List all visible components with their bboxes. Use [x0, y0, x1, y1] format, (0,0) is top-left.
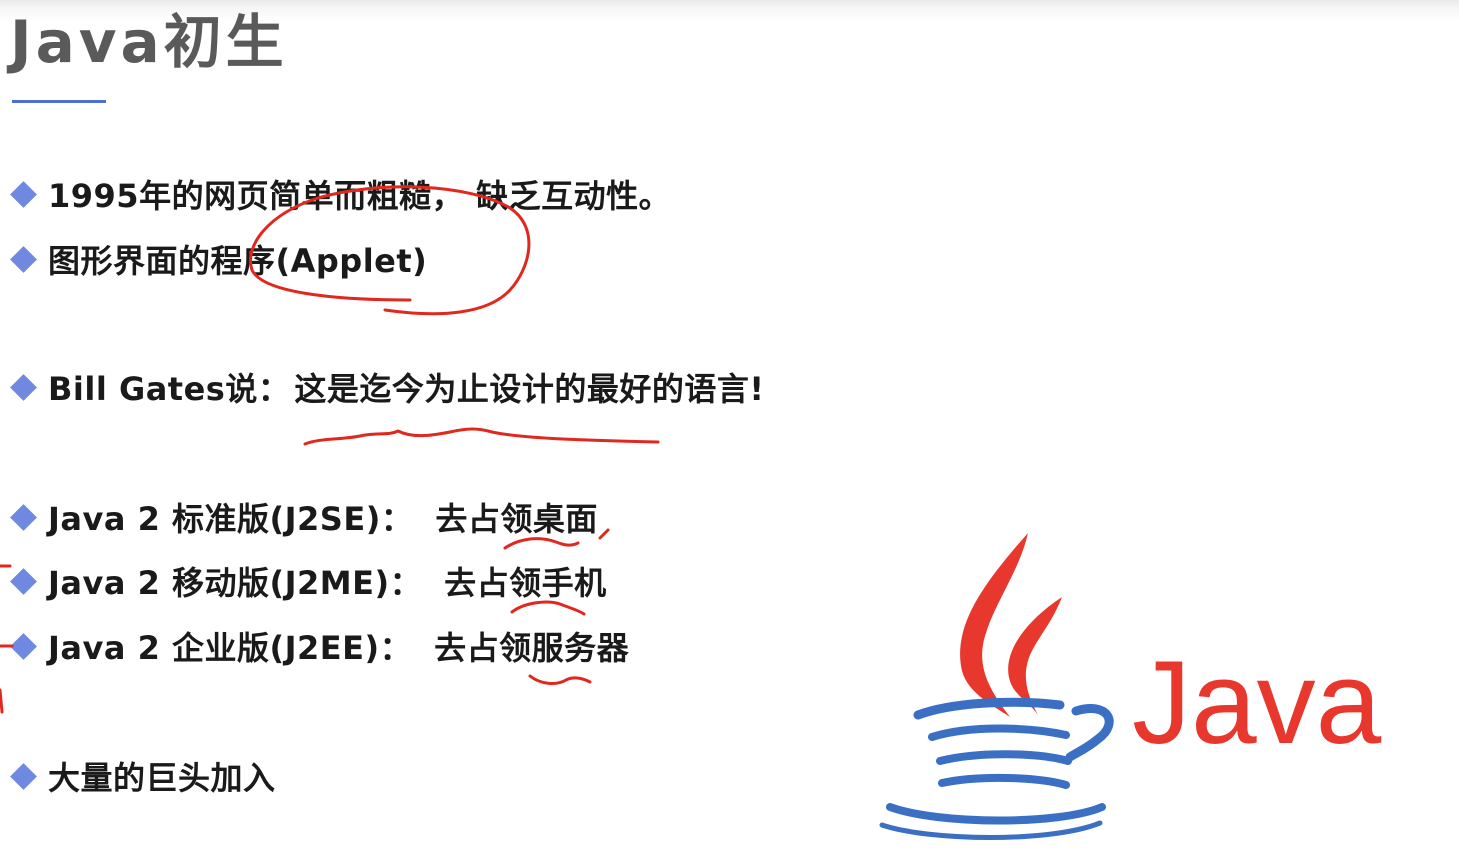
bullet-text: 1995年的网页简单而粗糙， 缺乏互动性。: [48, 171, 671, 217]
slide: Java初生 1995年的网页简单而粗糙， 缺乏互动性。 图形界面的程序(Appl…: [0, 0, 1459, 854]
bullet-main: 图形界面的程序(Applet): [48, 242, 428, 280]
bullet-item: Bill Gates说： 这是迄今为止设计的最好的语言!: [10, 364, 764, 410]
bullet-item: 图形界面的程序(Applet): [10, 236, 427, 282]
bullet-main: Java 2 移动版(J2ME)：: [48, 564, 423, 602]
pen-squiggle-annotation: [528, 674, 592, 685]
bullet-text: 图形界面的程序(Applet): [48, 236, 427, 282]
diamond-bullet-icon: [10, 567, 37, 595]
bullet-detail: 去占领桌面: [435, 500, 598, 538]
diamond-bullet-icon: [10, 503, 37, 531]
java-cup-icon: [879, 697, 1114, 840]
bullet-main: Java 2 企业版(J2EE)：: [48, 629, 413, 667]
title-underline: [12, 100, 106, 103]
bullet-item: Java 2 标准版(J2SE)： 去占领桌面: [10, 494, 598, 540]
bullet-detail: 这是迄今为止设计的最好的语言!: [294, 370, 765, 408]
bullet-text: Java 2 移动版(J2ME)： 去占领手机: [48, 558, 607, 604]
pen-mark-annotation: [598, 528, 610, 540]
bullet-item: Java 2 移动版(J2ME)： 去占领手机: [10, 558, 607, 604]
bullet-detail: 去占领手机: [444, 564, 607, 602]
slide-title: Java初生: [10, 8, 288, 76]
diamond-bullet-icon: [10, 373, 37, 401]
pen-edge-mark: [0, 688, 4, 714]
bullet-main: 大量的巨头加入: [48, 759, 276, 797]
bullet-text: Bill Gates说： 这是迄今为止设计的最好的语言!: [48, 364, 764, 410]
bullet-text: Java 2 标准版(J2SE)： 去占领桌面: [48, 494, 598, 540]
java-wordmark: Java: [1132, 637, 1382, 769]
diamond-bullet-icon: [10, 245, 37, 273]
diamond-bullet-icon: [10, 632, 37, 660]
pen-underline-annotation: [303, 427, 660, 446]
bullet-main: 1995年的网页简单而粗糙，: [48, 177, 465, 215]
bullet-text: Java 2 企业版(J2EE)： 去占领服务器: [48, 623, 629, 669]
diamond-bullet-icon: [10, 180, 37, 208]
pen-squiggle-annotation: [503, 537, 580, 550]
bullet-item: Java 2 企业版(J2EE)： 去占领服务器: [10, 623, 629, 669]
bullet-main: Java 2 标准版(J2SE)：: [48, 500, 414, 538]
bullet-text: 大量的巨头加入: [48, 753, 276, 799]
bullet-main: Bill Gates说：: [48, 370, 291, 408]
bullet-detail: 缺乏互动性。: [476, 177, 672, 215]
bullet-item: 大量的巨头加入: [10, 753, 276, 799]
java-logo: Java: [879, 533, 1382, 840]
bullet-detail: 去占领服务器: [434, 629, 630, 667]
java-flame-icon: [960, 533, 1062, 717]
bullet-item: 1995年的网页简单而粗糙， 缺乏互动性。: [10, 171, 671, 217]
diamond-bullet-icon: [10, 762, 37, 790]
